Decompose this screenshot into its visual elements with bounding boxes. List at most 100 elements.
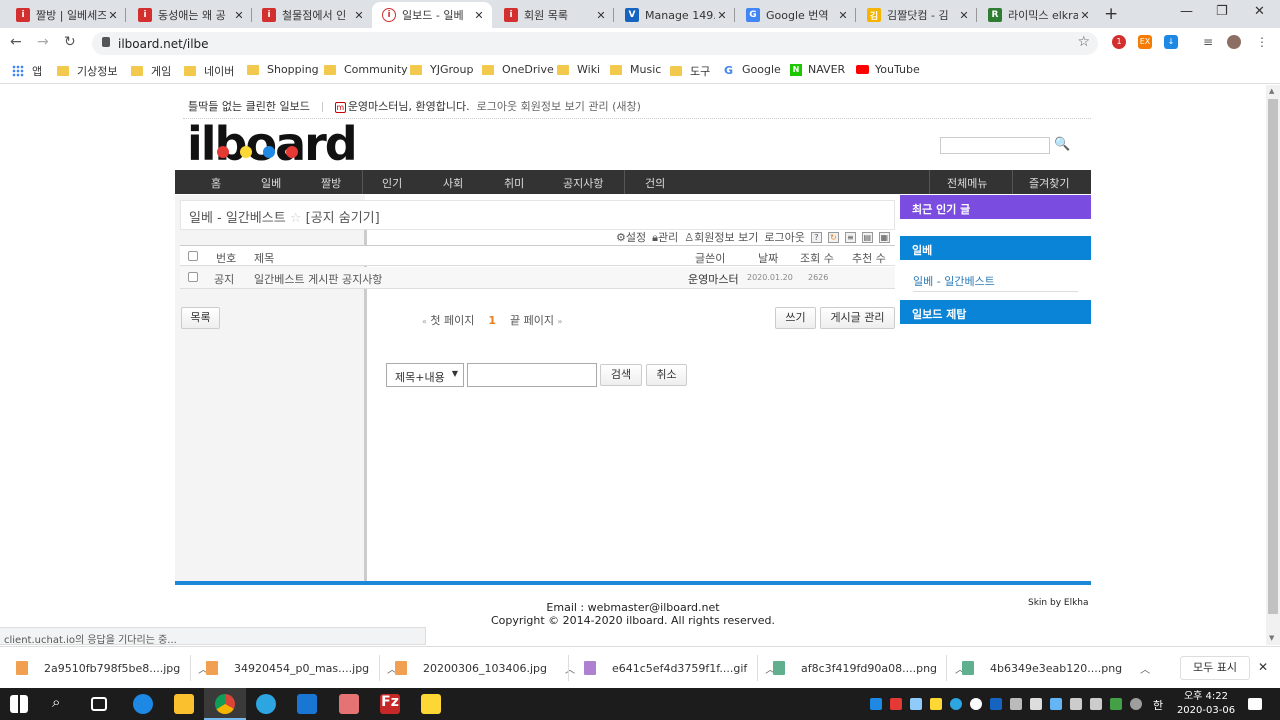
table-row[interactable]: 공지 일간베스트 게시판 공지사항 운영마스터 2020.01.20 2626 bbox=[180, 267, 895, 289]
tray-icon[interactable] bbox=[1110, 698, 1122, 710]
nav-item-all-menu[interactable]: 전체메뉴 bbox=[947, 175, 987, 191]
cancel-button[interactable]: 취소 bbox=[646, 364, 687, 386]
close-icon[interactable]: ✕ bbox=[352, 9, 366, 22]
row-author[interactable]: 운영마스터 bbox=[688, 271, 739, 287]
sidebar-ilbe-link[interactable]: 일베 - 일간베스트 bbox=[913, 273, 995, 289]
help-icon[interactable]: ? bbox=[810, 231, 822, 243]
tab-2[interactable]: i 철물점에서 인 ✕ bbox=[252, 2, 372, 28]
onedrive-icon[interactable] bbox=[970, 698, 982, 710]
nav-item-home[interactable]: 홈 bbox=[211, 175, 221, 191]
first-page-link[interactable]: « 첫 페이지 bbox=[422, 314, 474, 327]
close-icon[interactable]: ✕ bbox=[957, 9, 971, 22]
download-item[interactable]: 4b6349e3eab120....png ︿ bbox=[962, 659, 1150, 677]
webzine-view-icon[interactable]: ▤ bbox=[861, 231, 873, 243]
close-icon[interactable]: ✕ bbox=[1258, 660, 1268, 674]
vscode-icon[interactable] bbox=[297, 694, 317, 714]
new-tab-plus-icon[interactable]: + bbox=[1104, 4, 1118, 24]
maximize-icon[interactable]: ❐ bbox=[1216, 4, 1228, 19]
nav-item-hobby[interactable]: 취미 bbox=[504, 175, 524, 191]
bookmark-naver[interactable]: N NAVER bbox=[790, 63, 845, 76]
nav-item-suggestion[interactable]: 건의 bbox=[645, 175, 665, 191]
tab-4[interactable]: i 회원 목록 ✕ bbox=[494, 2, 614, 28]
site-logo[interactable]: ilboard bbox=[187, 121, 358, 167]
close-icon[interactable]: ✕ bbox=[472, 9, 486, 22]
tray-icon[interactable] bbox=[1030, 698, 1042, 710]
download-item[interactable]: 34920454_p0_mas....jpg ︿ bbox=[206, 659, 397, 677]
list-view-icon[interactable]: ≡ bbox=[844, 231, 856, 243]
member-info-link[interactable]: ♙회원정보 보기 bbox=[684, 229, 758, 245]
ime-indicator[interactable]: 한 bbox=[1153, 697, 1163, 713]
show-all-downloads-button[interactable]: 모두 표시 bbox=[1180, 656, 1250, 680]
windows-start-icon[interactable] bbox=[10, 695, 28, 713]
tray-icon[interactable] bbox=[890, 698, 902, 710]
download-item[interactable]: 20200306_103406.jpg ︿ bbox=[395, 659, 575, 677]
edge-icon[interactable] bbox=[133, 694, 153, 714]
bookmark-folder[interactable]: YJGroup bbox=[410, 63, 473, 76]
settings-link[interactable]: ⚙설정 bbox=[616, 229, 646, 245]
chevron-up-icon[interactable]: ︿ bbox=[1140, 661, 1150, 676]
write-button[interactable]: 쓰기 bbox=[775, 307, 816, 329]
bookmark-folder[interactable]: Music bbox=[610, 63, 661, 76]
app-icon[interactable] bbox=[339, 694, 359, 714]
wifi-icon[interactable] bbox=[1070, 698, 1082, 710]
tray-icon[interactable] bbox=[1010, 698, 1022, 710]
nav-item-ilbe[interactable]: 일베 bbox=[261, 175, 281, 191]
scroll-thumb[interactable] bbox=[1268, 99, 1278, 614]
notice-toggle[interactable]: [공지 숨기기] bbox=[306, 211, 380, 226]
tab-7[interactable]: 김 김짤닷컴 - 김 ✕ bbox=[857, 2, 977, 28]
chrome-icon[interactable] bbox=[215, 694, 235, 714]
row-title[interactable]: 일간베스트 게시판 공지사항 bbox=[254, 271, 382, 287]
search-icon[interactable]: 🔍 bbox=[1054, 137, 1070, 152]
site-search-input[interactable] bbox=[940, 137, 1050, 154]
tray-icon[interactable] bbox=[1050, 698, 1062, 710]
close-icon[interactable]: ✕ bbox=[1078, 9, 1092, 22]
nav-item-jjalbang[interactable]: 짤방 bbox=[321, 175, 341, 191]
select-all-checkbox[interactable] bbox=[188, 251, 198, 261]
page-scrollbar[interactable]: ▲ ▼ bbox=[1266, 85, 1280, 645]
search-button[interactable]: 검색 bbox=[600, 364, 642, 386]
notification-icon[interactable] bbox=[1248, 698, 1262, 710]
bookmark-google[interactable]: G Google bbox=[724, 63, 781, 77]
bookmark-apps[interactable]: 앱 bbox=[12, 63, 42, 79]
back-arrow-icon[interactable]: ← bbox=[10, 34, 22, 50]
current-page[interactable]: 1 bbox=[488, 314, 496, 327]
tab-5[interactable]: V Manage 149.2 ✕ bbox=[615, 2, 735, 28]
tray-icon[interactable] bbox=[1130, 698, 1142, 710]
last-page-link[interactable]: 끝 페이지 » bbox=[510, 314, 562, 327]
tray-icon[interactable] bbox=[930, 698, 942, 710]
kakaotalk-icon[interactable] bbox=[421, 694, 441, 714]
list-button[interactable]: 목록 bbox=[181, 307, 220, 329]
tab-8[interactable]: R 라이믹스 elkra ✕ bbox=[978, 2, 1098, 28]
tab-1[interactable]: i 동성애는 왜 공 ✕ bbox=[128, 2, 252, 28]
col-views[interactable]: 조회 수 bbox=[800, 250, 834, 266]
file-explorer-icon[interactable] bbox=[174, 694, 194, 714]
user-links[interactable]: 로그아웃 회원정보 보기 관리 (새창) bbox=[477, 100, 641, 113]
nav-item-society[interactable]: 사회 bbox=[443, 175, 463, 191]
col-votes[interactable]: 추천 수 bbox=[852, 250, 886, 266]
favorite-star-icon[interactable]: ☆ bbox=[290, 211, 302, 226]
bookmark-folder[interactable]: Community bbox=[324, 63, 408, 76]
task-view-icon[interactable] bbox=[91, 697, 107, 711]
menu-kebab-icon[interactable]: ⋮ bbox=[1255, 35, 1269, 49]
extension-ex-icon[interactable]: EX bbox=[1138, 35, 1152, 49]
bluetooth-icon[interactable] bbox=[990, 698, 1002, 710]
search-target-select[interactable]: 제목+내용 ▼ bbox=[386, 363, 464, 387]
tab-6[interactable]: G Google 번역 ✕ bbox=[736, 2, 856, 28]
extension-download-icon[interactable]: ↓ bbox=[1164, 35, 1178, 49]
user-name[interactable]: 운영마스터 bbox=[348, 100, 399, 113]
manage-link[interactable]: 🔒︎관리 bbox=[652, 229, 678, 245]
close-icon[interactable]: ✕ bbox=[594, 9, 608, 22]
window-close-icon[interactable]: ✕ bbox=[1254, 4, 1265, 19]
bookmark-youtube[interactable]: YouTube bbox=[856, 63, 920, 76]
reload-icon[interactable]: ↻ bbox=[64, 34, 76, 50]
nav-item-notice[interactable]: 공지사항 bbox=[563, 175, 603, 191]
nav-item-favorites[interactable]: 즐겨찾기 bbox=[1029, 175, 1069, 191]
bookmark-folder[interactable]: 도구 bbox=[670, 63, 710, 79]
volume-icon[interactable] bbox=[1090, 698, 1102, 710]
download-item[interactable]: af8c3f419fd90a08....png ︿ bbox=[773, 659, 965, 677]
minimize-icon[interactable]: — bbox=[1180, 4, 1193, 19]
tray-icon[interactable] bbox=[870, 698, 882, 710]
download-item[interactable]: e641c5ef4d3759f1f....gif ︿ bbox=[584, 659, 775, 677]
scroll-down-arrow-icon[interactable]: ▼ bbox=[1269, 634, 1274, 642]
manage-posts-button[interactable]: 게시글 관리 bbox=[820, 307, 895, 329]
